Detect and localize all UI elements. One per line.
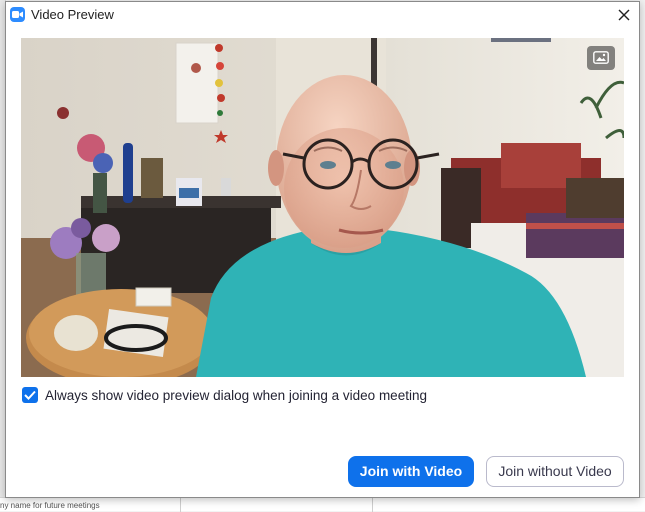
close-button[interactable]	[611, 4, 637, 26]
background-panel-bottom: ny name for future meetings	[0, 497, 645, 512]
camera-image	[21, 38, 624, 377]
checkmark-icon	[24, 390, 36, 400]
close-icon	[618, 9, 630, 21]
camera-preview	[21, 38, 624, 377]
background-divider	[372, 498, 373, 512]
picture-in-picture-button[interactable]	[587, 46, 615, 70]
zoom-camera-icon	[10, 7, 25, 22]
video-preview-dialog: Video Preview Always show video preview …	[5, 1, 640, 498]
background-divider	[180, 498, 181, 512]
window-title: Video Preview	[31, 7, 114, 22]
join-without-video-button[interactable]: Join without Video	[486, 456, 624, 487]
picture-in-picture-icon	[593, 51, 609, 64]
background-text: ny name for future meetings	[0, 501, 100, 510]
join-with-video-button[interactable]: Join with Video	[348, 456, 474, 487]
always-show-preview-label: Always show video preview dialog when jo…	[45, 388, 427, 403]
always-show-preview-checkbox[interactable]	[22, 387, 38, 403]
title-bar: Video Preview	[6, 2, 639, 28]
